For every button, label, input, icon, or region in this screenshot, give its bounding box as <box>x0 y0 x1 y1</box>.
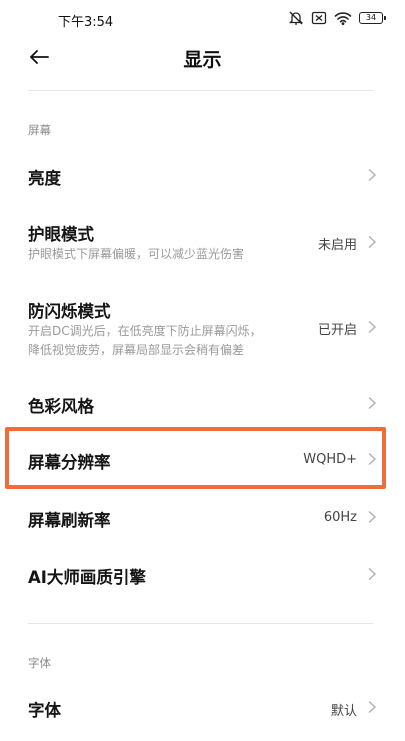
section-label-font: 字体 <box>28 656 51 670</box>
page-title: 显示 <box>183 49 222 71</box>
section-label-screen: 屏幕 <box>28 123 51 137</box>
row-value: 已开启 <box>317 323 357 338</box>
settings-row-anti-flicker[interactable]: 防闪烁模式 开启DC调光后，在低亮度下防止屏幕闪烁， 降低视觉疲劳，屏幕局部显示… <box>0 290 405 366</box>
row-value: 60Hz <box>323 510 357 525</box>
settings-row-brightness[interactable]: 亮度 <box>0 153 405 197</box>
status-icons: 34 <box>288 9 386 27</box>
chevron-right-icon <box>368 452 377 466</box>
chevron-right-icon <box>368 567 377 581</box>
settings-row-ai-engine[interactable]: AI大师画质引擎 <box>0 552 405 596</box>
status-bar: 下午3:54 34 <box>0 0 405 36</box>
settings-row-refresh-rate[interactable]: 屏幕刷新率 60Hz <box>0 495 405 539</box>
row-title: 防闪烁模式 <box>28 302 111 321</box>
row-title: 亮度 <box>28 169 61 188</box>
row-value: 未启用 <box>317 238 357 253</box>
row-title: 护眼模式 <box>28 225 94 244</box>
row-value: WQHD+ <box>303 452 357 467</box>
header: 显示 <box>0 36 405 84</box>
divider <box>28 90 373 91</box>
chevron-right-icon <box>368 168 377 182</box>
row-title: 屏幕分辨率 <box>28 453 111 472</box>
row-subtitle-line-1: 开启DC调光后，在低亮度下防止屏幕闪烁， <box>28 324 262 338</box>
sim-icon <box>311 11 327 25</box>
status-time: 下午3:54 <box>58 15 114 30</box>
row-title: 屏幕刷新率 <box>28 511 111 530</box>
settings-row-color-style[interactable]: 色彩风格 <box>0 381 405 425</box>
chevron-right-icon <box>368 235 377 249</box>
row-value: 默认 <box>330 704 357 719</box>
chevron-right-icon <box>368 510 377 524</box>
battery-icon: 34 <box>359 12 386 24</box>
settings-row-font[interactable]: 字体 默认 <box>0 685 405 729</box>
row-subtitle: 护眼模式下屏幕偏暖，可以减少蓝光伤害 <box>28 247 245 261</box>
divider <box>28 623 373 624</box>
chevron-right-icon <box>368 700 377 714</box>
settings-row-resolution[interactable]: 屏幕分辨率 WQHD+ <box>0 437 405 481</box>
wifi-icon <box>334 11 352 25</box>
display-settings-screen: 下午3:54 34 显示 屏幕 亮度 护眼模式 护眼模式下屏幕偏暖，可以减少蓝光… <box>0 0 405 741</box>
settings-row-eye-care[interactable]: 护眼模式 护眼模式下屏幕偏暖，可以减少蓝光伤害 未启用 <box>0 215 405 271</box>
row-subtitle-line-2: 降低视觉疲劳，屏幕局部显示会稍有偏差 <box>28 343 245 357</box>
row-title: 字体 <box>28 701 61 720</box>
chevron-right-icon <box>368 396 377 410</box>
chevron-right-icon <box>368 320 377 334</box>
row-title: AI大师画质引擎 <box>28 568 146 587</box>
row-title: 色彩风格 <box>28 397 94 416</box>
mute-icon <box>288 10 304 26</box>
